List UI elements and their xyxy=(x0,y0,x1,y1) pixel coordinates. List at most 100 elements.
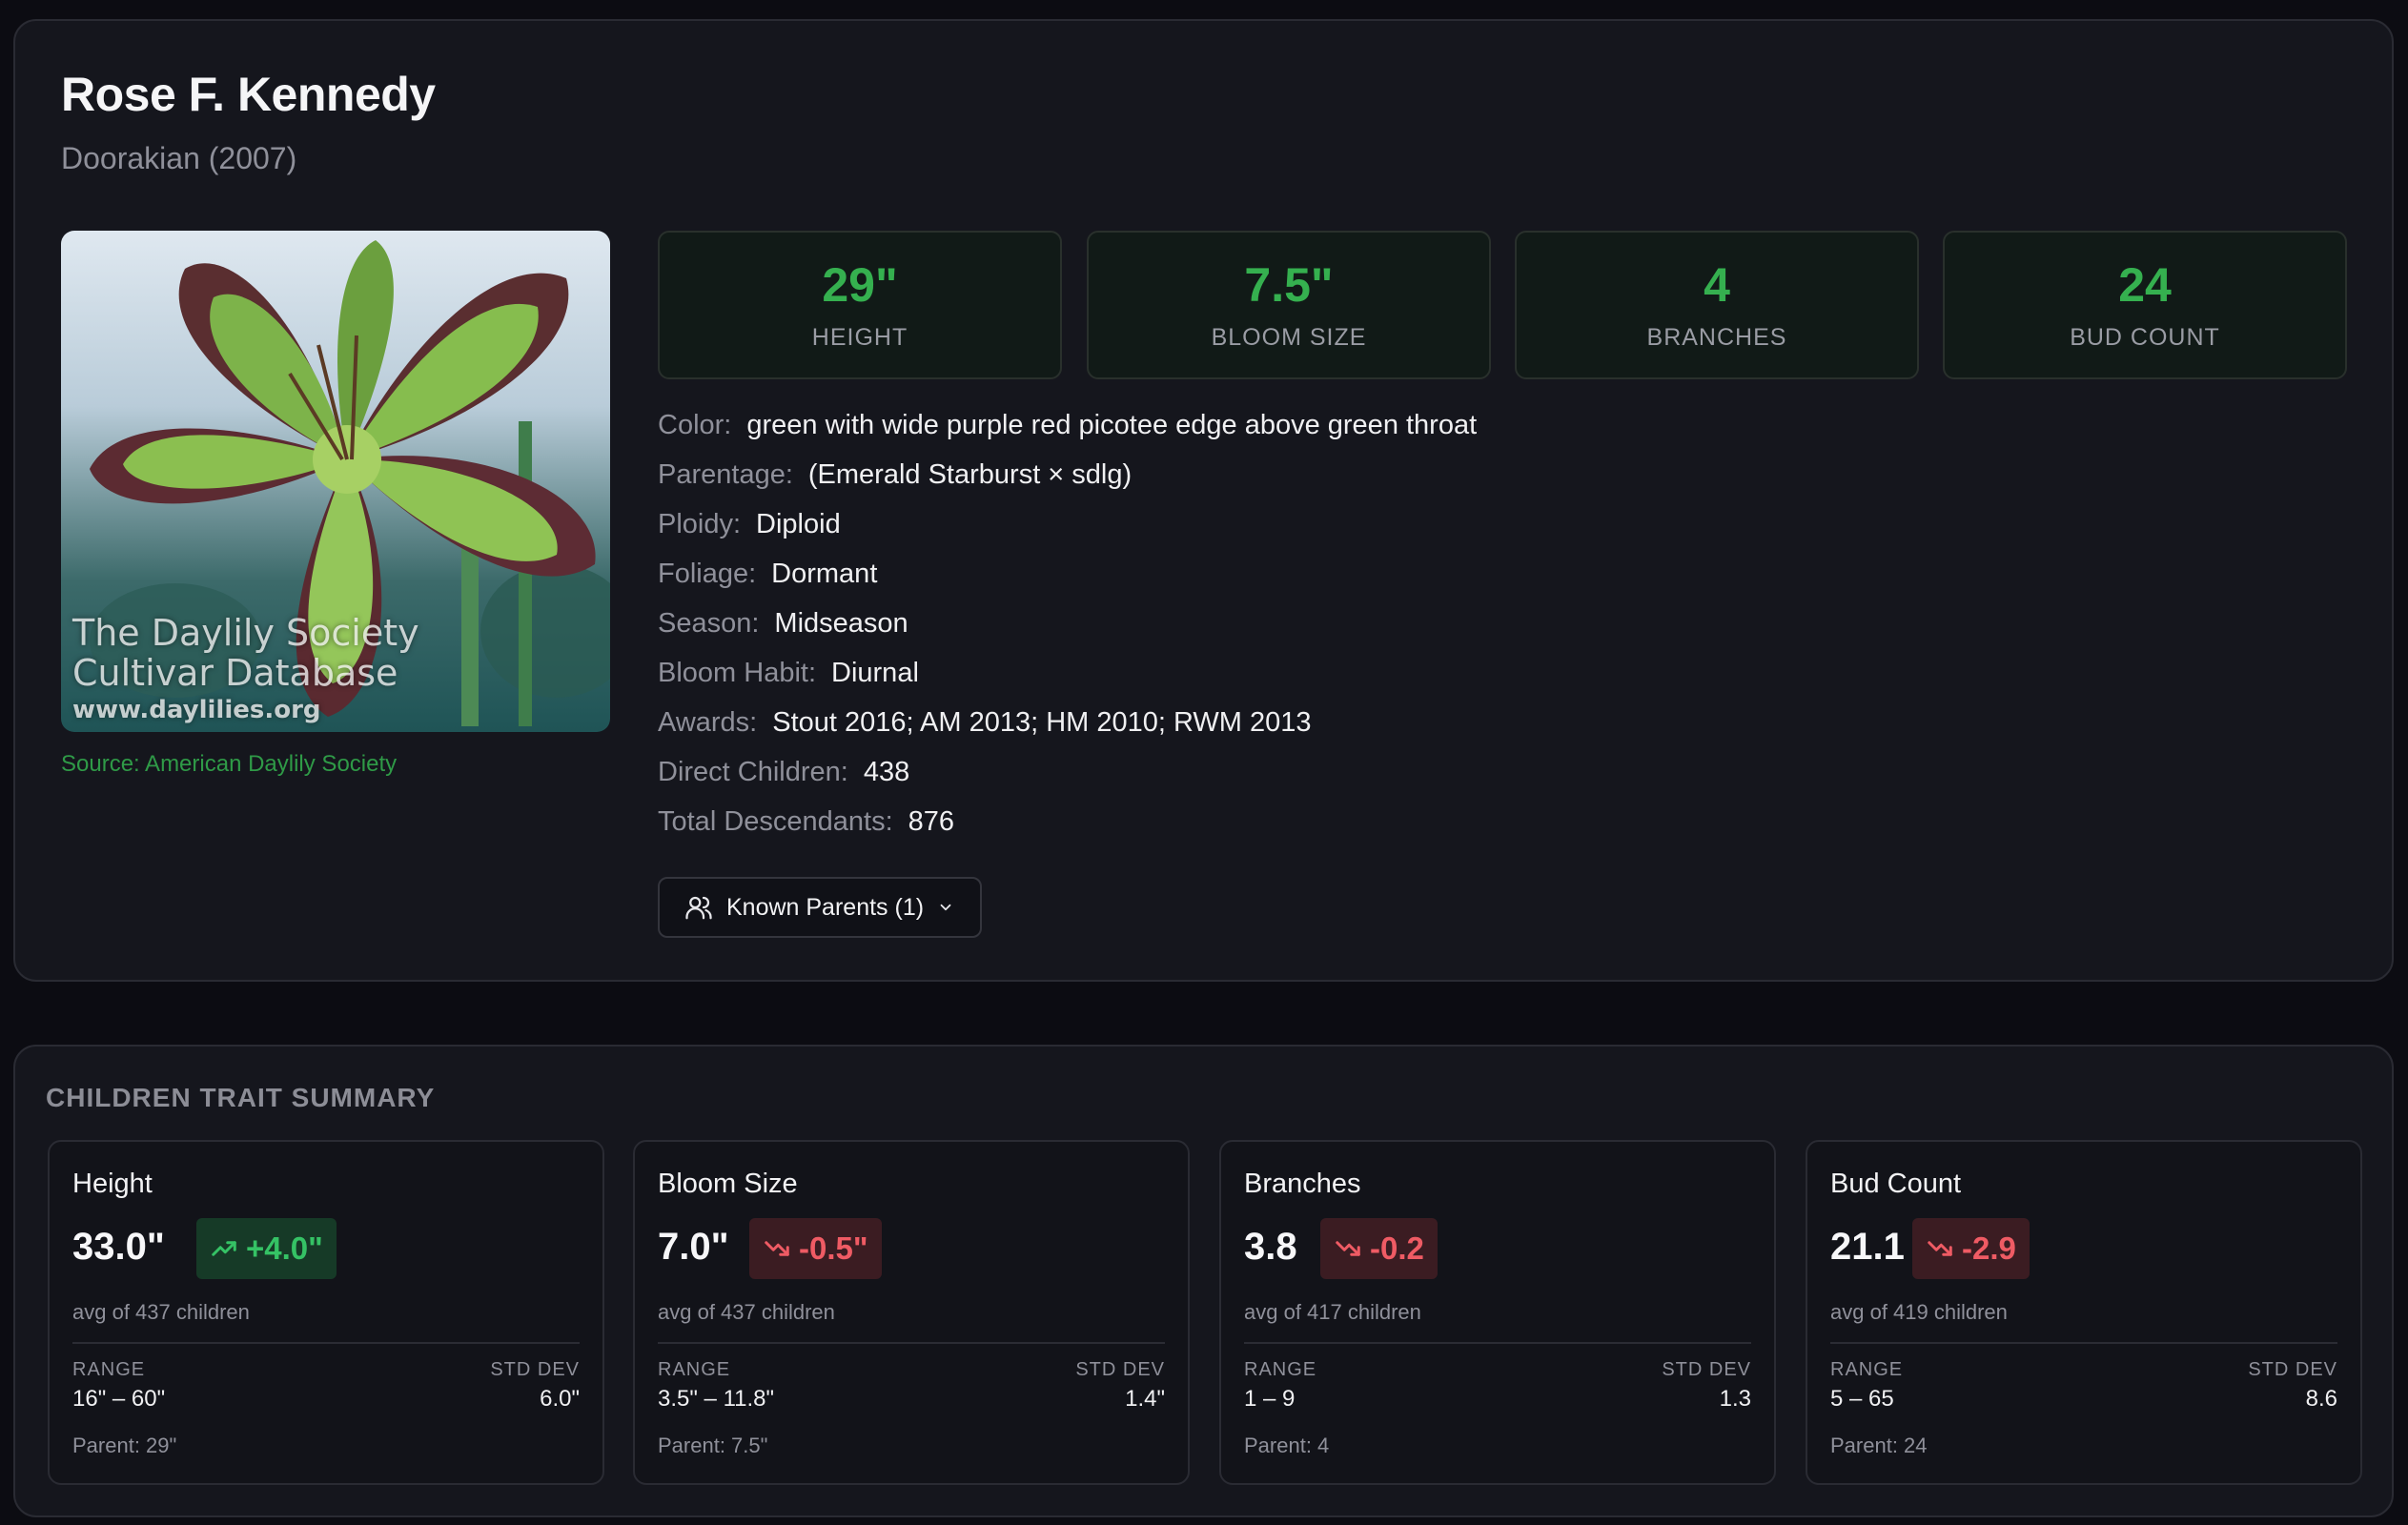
range-value: 16" – 60" xyxy=(72,1386,166,1412)
watermark-url: www.daylilies.org xyxy=(72,696,321,724)
detail-value: Midseason xyxy=(774,608,908,639)
trait-name: Bud Count xyxy=(1830,1169,1962,1199)
trait-average: 7.0" xyxy=(658,1226,729,1268)
detail-value: 438 xyxy=(863,757,910,787)
children-trait-summary-card: CHILDREN TRAIT SUMMARY Height 33.0" +4.0… xyxy=(13,1045,2394,1517)
stat-label: HEIGHT xyxy=(811,324,908,351)
detail-value: green with wide purple red picotee edge … xyxy=(746,410,1478,440)
divider xyxy=(658,1342,1165,1344)
cultivar-name: Rose F. Kennedy xyxy=(61,68,436,121)
detail-bloom-habit: Bloom Habit: Diurnal xyxy=(658,658,1477,707)
range-label: RANGE xyxy=(658,1359,731,1380)
cultivar-photo: The Daylily Society Cultivar Database ww… xyxy=(61,231,610,732)
stat-value: 24 xyxy=(2118,258,2172,312)
divider xyxy=(1244,1342,1751,1344)
range-label: RANGE xyxy=(1830,1359,1904,1380)
detail-key: Bloom Habit: xyxy=(658,658,817,688)
parent-value: Parent: 4 xyxy=(1244,1434,1330,1457)
detail-key: Total Descendants: xyxy=(658,806,893,837)
trait-delta-badge: -0.2 xyxy=(1320,1218,1438,1279)
stat-bloom-size: 7.5" BLOOM SIZE xyxy=(1087,231,1491,379)
detail-value: 876 xyxy=(908,806,955,837)
stat-value: 7.5" xyxy=(1244,258,1334,312)
detail-season: Season: Midseason xyxy=(658,608,1477,658)
cultivar-details: Color: green with wide purple red picotee… xyxy=(658,410,1477,856)
image-source-link[interactable]: Source: American Daylily Society xyxy=(61,751,397,778)
trait-delta-badge: -2.9 xyxy=(1912,1218,2030,1279)
detail-value: (Emerald Starburst × sdlg) xyxy=(807,459,1133,490)
trait-card-branches: Branches 3.8 -0.2 avg of 417 children RA… xyxy=(1219,1140,1776,1485)
detail-value: Dormant xyxy=(771,559,878,589)
detail-foliage: Foliage: Dormant xyxy=(658,559,1477,608)
detail-awards: Awards: Stout 2016; AM 2013; HM 2010; RWM… xyxy=(658,707,1477,757)
std-dev-value: 8.6 xyxy=(2305,1386,2337,1412)
trend-down-icon xyxy=(765,1241,789,1256)
detail-total-descendants: Total Descendants: 876 xyxy=(658,806,1477,856)
trait-delta: -0.2 xyxy=(1370,1230,1424,1266)
detail-direct-children: Direct Children: 438 xyxy=(658,757,1477,806)
trait-card-bud-count: Bud Count 21.1 -2.9 avg of 419 children … xyxy=(1806,1140,2362,1485)
range-value: 1 – 9 xyxy=(1244,1386,1296,1412)
range-label: RANGE xyxy=(1244,1359,1317,1380)
trait-delta: +4.0" xyxy=(246,1230,323,1266)
trend-up-icon xyxy=(212,1241,236,1256)
parent-value: Parent: 24 xyxy=(1830,1434,1928,1457)
cultivar-detail-card: Rose F. Kennedy Doorakian (2007) The Day… xyxy=(13,19,2394,982)
trait-card-bloom-size: Bloom Size 7.0" -0.5" avg of 437 childre… xyxy=(633,1140,1190,1485)
known-parents-button[interactable]: Known Parents (1) xyxy=(658,877,982,938)
hybridizer-year: Doorakian (2007) xyxy=(61,141,297,175)
detail-key: Awards: xyxy=(658,707,758,738)
trait-name: Bloom Size xyxy=(658,1169,798,1199)
stat-height: 29" HEIGHT xyxy=(658,231,1062,379)
trait-name: Height xyxy=(72,1169,153,1199)
detail-key: Direct Children: xyxy=(658,757,848,787)
stat-bud-count: 24 BUD COUNT xyxy=(1943,231,2347,379)
watermark-line-2: Cultivar Database xyxy=(72,652,398,694)
detail-value: Diploid xyxy=(756,509,841,539)
detail-value: Stout 2016; AM 2013; HM 2010; RWM 2013 xyxy=(772,707,1312,738)
std-dev-label: STD DEV xyxy=(1662,1359,1751,1380)
stat-branches: 4 BRANCHES xyxy=(1515,231,1919,379)
users-icon xyxy=(685,896,712,920)
parent-value: Parent: 29" xyxy=(72,1434,177,1457)
stat-label: BUD COUNT xyxy=(2070,324,2220,351)
std-dev-label: STD DEV xyxy=(2248,1359,2337,1380)
summary-title: CHILDREN TRAIT SUMMARY xyxy=(46,1083,436,1112)
range-value: 5 – 65 xyxy=(1830,1386,1894,1412)
trait-delta: -2.9 xyxy=(1962,1230,2016,1266)
trend-down-icon xyxy=(1336,1241,1360,1256)
watermark-line-1: The Daylily Society xyxy=(72,612,419,654)
trait-note: avg of 419 children xyxy=(1830,1300,2008,1324)
detail-ploidy: Ploidy: Diploid xyxy=(658,509,1477,559)
std-dev-value: 6.0" xyxy=(540,1386,580,1412)
range-label: RANGE xyxy=(72,1359,146,1380)
trait-delta-badge: +4.0" xyxy=(196,1218,337,1279)
trait-note: avg of 437 children xyxy=(658,1300,835,1324)
detail-parentage: Parentage: (Emerald Starburst × sdlg) xyxy=(658,459,1477,509)
std-dev-value: 1.4" xyxy=(1125,1386,1165,1412)
detail-key: Parentage: xyxy=(658,459,793,490)
trend-down-icon xyxy=(1928,1241,1952,1256)
stat-label: BLOOM SIZE xyxy=(1211,324,1367,351)
std-dev-value: 1.3 xyxy=(1719,1386,1751,1412)
trait-average: 3.8 xyxy=(1244,1226,1297,1268)
divider xyxy=(1830,1342,2337,1344)
std-dev-label: STD DEV xyxy=(490,1359,580,1380)
range-value: 3.5" – 11.8" xyxy=(658,1386,775,1412)
trait-card-height: Height 33.0" +4.0" avg of 437 children R… xyxy=(48,1140,604,1485)
trait-average: 21.1 xyxy=(1830,1226,1905,1268)
parent-value: Parent: 7.5" xyxy=(658,1434,768,1457)
detail-color: Color: green with wide purple red picotee… xyxy=(658,410,1477,459)
stat-value: 29" xyxy=(822,258,898,312)
detail-key: Color: xyxy=(658,410,732,440)
detail-key: Foliage: xyxy=(658,559,757,589)
detail-value: Diurnal xyxy=(831,658,919,688)
stat-value: 4 xyxy=(1704,258,1730,312)
trait-note: avg of 417 children xyxy=(1244,1300,1421,1324)
stat-label: BRANCHES xyxy=(1646,324,1787,351)
known-parents-label: Known Parents (1) xyxy=(726,893,925,921)
detail-key: Season: xyxy=(658,608,760,639)
trait-delta: -0.5" xyxy=(799,1230,868,1266)
trait-delta-badge: -0.5" xyxy=(749,1218,882,1279)
trait-name: Branches xyxy=(1244,1169,1361,1199)
